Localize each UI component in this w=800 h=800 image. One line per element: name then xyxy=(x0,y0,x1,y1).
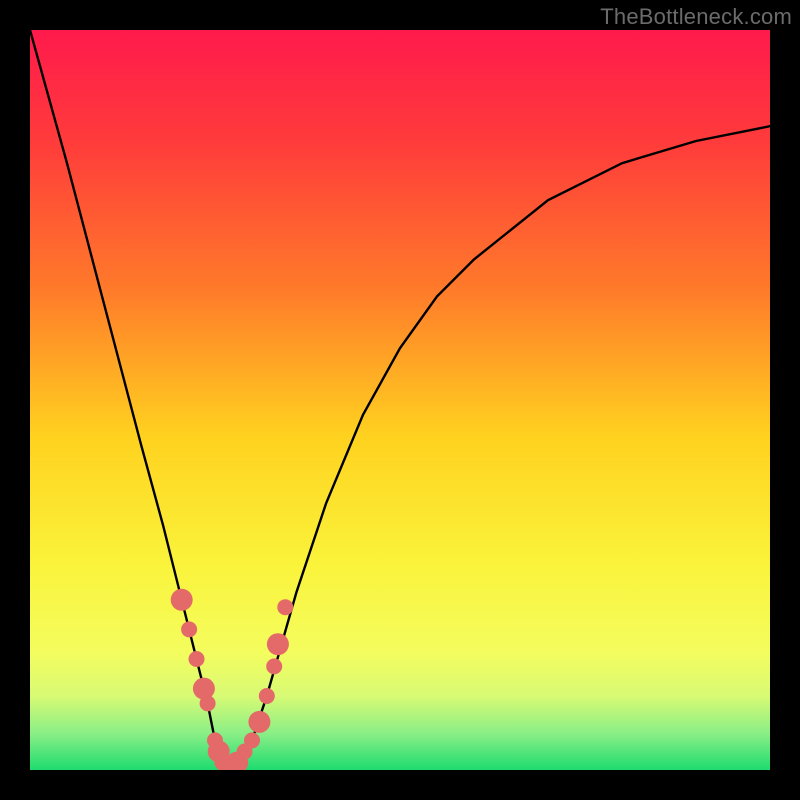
watermark-text: TheBottleneck.com xyxy=(600,4,792,30)
data-marker xyxy=(181,621,197,637)
bottleneck-curve xyxy=(30,30,770,770)
chart-frame: TheBottleneck.com xyxy=(0,0,800,800)
data-marker xyxy=(189,651,205,667)
data-marker xyxy=(259,688,275,704)
data-marker xyxy=(171,589,193,611)
data-marker xyxy=(267,633,289,655)
data-marker xyxy=(193,678,215,700)
data-marker xyxy=(248,711,270,733)
data-marker xyxy=(266,658,282,674)
data-marker xyxy=(277,599,293,615)
data-marker xyxy=(244,732,260,748)
plot-area xyxy=(30,30,770,770)
data-marker xyxy=(200,695,216,711)
